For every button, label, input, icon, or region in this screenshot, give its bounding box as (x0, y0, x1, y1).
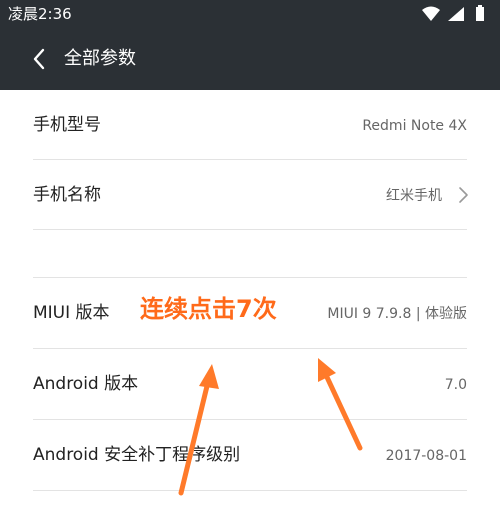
arrow-up-icon (318, 358, 363, 451)
annotation-arrows (178, 358, 363, 496)
arrow-up-icon (178, 364, 219, 496)
